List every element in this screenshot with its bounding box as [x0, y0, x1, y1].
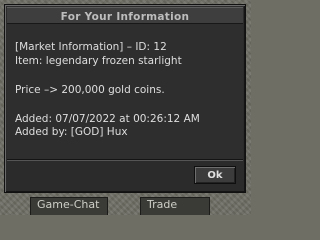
- ok-button[interactable]: Ok: [194, 166, 236, 184]
- dialog-content: [Market Information] – ID: 12 Item: lege…: [7, 24, 243, 159]
- game-chat-tab[interactable]: Game-Chat: [30, 197, 108, 215]
- dialog-titlebar[interactable]: For Your Information: [7, 7, 243, 24]
- added-by-line: Added by: [GOD] Hux: [15, 126, 128, 138]
- added-date-line: Added: 07/07/2022 at 00:26:12 AM: [15, 113, 200, 125]
- information-dialog: For Your Information [Market Information…: [4, 4, 246, 193]
- market-info-line: [Market Information] – ID: 12: [15, 41, 167, 53]
- price-line: Price –> 200,000 gold coins.: [15, 84, 165, 96]
- trade-tab[interactable]: Trade: [140, 197, 210, 215]
- dialog-separator: [7, 159, 243, 161]
- dialog-title: For Your Information: [60, 11, 190, 23]
- item-line: Item: legendary frozen starlight: [15, 55, 182, 67]
